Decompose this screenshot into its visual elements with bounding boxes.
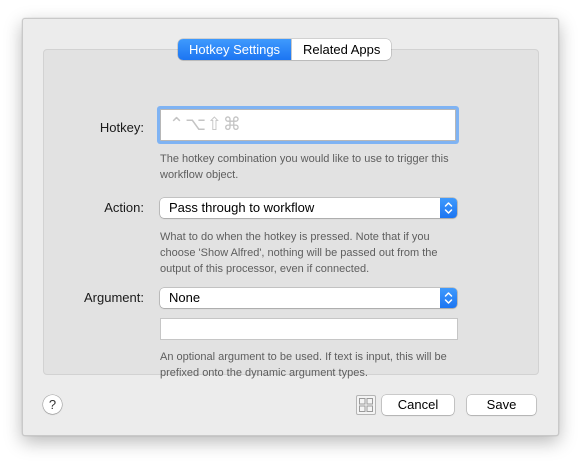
settings-group: Hotkey: ⌃⌥⇧⌘ The hotkey combination you … (43, 49, 539, 379)
hotkey-help-text: The hotkey combination you would like to… (160, 153, 449, 181)
argument-popup[interactable]: None (160, 288, 457, 308)
help-button[interactable]: ? (43, 395, 62, 414)
save-button[interactable]: Save (467, 395, 536, 415)
hotkey-field[interactable]: ⌃⌥⇧⌘ (160, 109, 456, 141)
grid-icon (359, 398, 373, 412)
action-help-text: What to do when the hotkey is pressed. N… (160, 231, 438, 275)
argument-help-text: An optional argument to be used. If text… (160, 351, 447, 379)
action-label: Action: (104, 200, 144, 215)
argument-selected-value: None (169, 290, 201, 305)
tab-hotkey-settings[interactable]: Hotkey Settings (178, 39, 292, 60)
argument-text-field[interactable] (160, 318, 458, 340)
up-down-chevron-icon (440, 198, 457, 218)
argument-label: Argument: (84, 290, 144, 305)
hotkey-modifier-glyphs: ⌃⌥⇧⌘ (169, 114, 242, 135)
settings-sheet: Hotkey Settings Related Apps Hotkey: ⌃⌥⇧… (22, 18, 559, 436)
action-selected-value: Pass through to workflow (169, 200, 315, 215)
action-popup[interactable]: Pass through to workflow (160, 198, 457, 218)
tab-bar: Hotkey Settings Related Apps (178, 39, 392, 60)
up-down-chevron-icon (440, 288, 457, 308)
question-mark-icon: ? (48, 397, 57, 412)
tab-related-apps[interactable]: Related Apps (291, 39, 392, 60)
hotkey-label: Hotkey: (99, 120, 144, 135)
cancel-button[interactable]: Cancel (382, 395, 454, 415)
grid-button[interactable] (356, 395, 376, 415)
